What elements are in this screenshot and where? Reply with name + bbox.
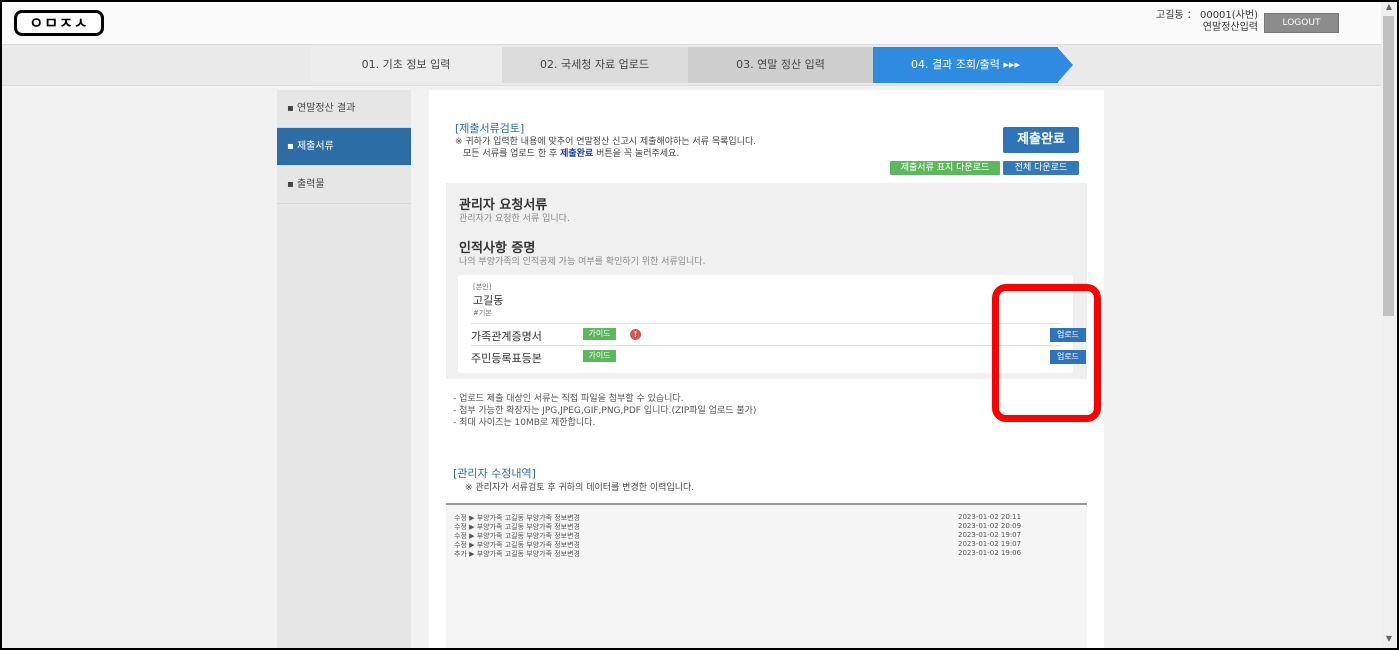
document-name: 주민등록표등본: [471, 352, 542, 365]
step-navigation: 01. 기초 정보 입력 02. 국세청 자료 업로드 03. 연말 정산 입력…: [2, 44, 1381, 86]
history-date: 2023-01-02 19:07: [958, 531, 1022, 539]
sidebar-item-result[interactable]: ▪ 연말정산 결과: [277, 90, 411, 128]
user-info: 고길동 ： 00001(사번) 연말정산입력: [1152, 10, 1258, 34]
info-line: - 첨부 가능한 확장자는 JPG,JPEG,GIF,PNG,PDF 입니다.(…: [453, 406, 757, 416]
history-text: 추가 ▶ 부양가족 고길동 부양가족 정보변경: [454, 550, 580, 558]
scroll-up-icon[interactable]: ▲: [1381, 2, 1397, 14]
review-notice-2: 모든 서류를 업로드 한 후 제출완료 버튼을 꼭 눌러주세요.: [463, 148, 679, 160]
history-text: 수정 ▶ 부양가족 고길동 부양가족 정보변경: [454, 523, 580, 531]
person-name: 고길동: [473, 294, 504, 307]
step-2[interactable]: 02. 국세청 자료 업로드: [502, 47, 687, 83]
history-row: 수정 ▶ 부양가족 고길동 부양가족 정보변경 2023-01-02 19:07: [454, 540, 1079, 549]
notice-text: 버튼을 꼭 눌러주세요.: [593, 149, 680, 159]
alert-icon: !: [630, 329, 641, 340]
step-arrow: [1057, 47, 1073, 83]
history-row: 수정 ▶ 부양가족 고길동 부양가족 정보변경 2023-01-02 19:07: [454, 531, 1079, 540]
sidebar: ▪ 연말정산 결과 ▪ 제출서류 ▪ 출력물: [277, 90, 411, 648]
user-menu-label: 연말정산입력: [1202, 22, 1258, 33]
info-line: - 업로드 제출 대상인 서류는 직접 파일을 첨부할 수 있습니다.: [453, 394, 684, 404]
history-list: 수정 ▶ 부양가족 고길동 부양가족 정보변경 2023-01-02 20:11 …: [446, 503, 1087, 648]
review-notice-1: ※ 귀하가 입력한 내용에 맞추어 연말정산 신고시 제출해야하는 서류 목록입…: [455, 137, 757, 147]
sidebar-item-documents[interactable]: ▪ 제출서류: [277, 128, 411, 166]
scroll-thumb[interactable]: [1383, 16, 1394, 316]
document-box: 관리자 요청서류 관리자가 요청한 서류 입니다. 인적사항 증명 나의 부양가…: [446, 183, 1087, 379]
logo: ㅇㅁㅈㅅ: [14, 10, 104, 36]
scroll-down-icon[interactable]: ▼: [1381, 634, 1397, 646]
notice-highlight: 제출완료: [560, 149, 594, 159]
document-name: 가족관계증명서: [471, 330, 542, 343]
info-line: - 최대 사이즈는 10MB로 제한합니다.: [453, 418, 596, 428]
history-date: 2023-01-02 20:09: [958, 522, 1022, 530]
all-download-button[interactable]: 전체 다운로드: [1003, 161, 1079, 175]
person-tag: [본인]: [473, 283, 492, 291]
history-text: 수정 ▶ 부양가족 고길동 부양가족 정보변경: [454, 514, 580, 522]
cover-download-button[interactable]: 제출서류 표지 다운로드: [890, 161, 1000, 175]
history-date: 2023-01-02 20:11: [958, 513, 1022, 521]
history-title: [관리자 수정내역]: [453, 467, 536, 480]
window-frame: ㅇㅁㅈㅅ 고길동 ： 00001(사번) 연말정산입력 LOGOUT 01. 기…: [0, 0, 1399, 650]
submit-complete-button[interactable]: 제출완료: [1003, 127, 1079, 153]
upload-info: - 업로드 제출 대상인 서류는 직접 파일을 첨부할 수 있습니다. - 첨부…: [453, 393, 756, 429]
step-3[interactable]: 03. 연말 정산 입력: [688, 47, 873, 83]
person-card: [본인] 고길동 #기본 가족관계증명서 가이드 ! 업로드 주민등록표등본 가…: [458, 275, 1086, 373]
history-row: 수정 ▶ 부양가족 고길동 부양가족 정보변경 2023-01-02 20:09: [454, 522, 1079, 531]
history-row: 추가 ▶ 부양가족 고길동 부양가족 정보변경 2023-01-02 19:06: [454, 549, 1079, 558]
person-sub: #기본: [473, 309, 492, 317]
admin-docs-desc: 관리자가 요청한 서류 입니다.: [459, 214, 570, 224]
history-text: 수정 ▶ 부양가족 고길동 부양가족 정보변경: [454, 532, 580, 540]
guide-button[interactable]: 가이드: [583, 328, 616, 340]
sidebar-item-printouts[interactable]: ▪ 출력물: [277, 166, 411, 204]
notice-text: 모든 서류를 업로드 한 후: [463, 149, 561, 159]
logout-button[interactable]: LOGOUT: [1264, 13, 1339, 33]
highlight-annotation: [992, 284, 1101, 422]
history-text: 수정 ▶ 부양가족 고길동 부양가족 정보변경: [454, 541, 580, 549]
document-row: 가족관계증명서 가이드 ! 업로드: [471, 323, 1086, 344]
history-notice: ※ 관리자가 서류검토 후 귀하의 데이터를 변경한 이력입니다.: [465, 483, 695, 493]
top-bar: ㅇㅁㅈㅅ 고길동 ： 00001(사번) 연말정산입력 LOGOUT: [2, 2, 1381, 44]
review-title: [제출서류검토]: [455, 122, 525, 135]
step-4-active[interactable]: 04. 결과 조회/출력 ▸▸▸: [873, 47, 1058, 83]
document-row: 주민등록표등본 가이드 업로드: [471, 345, 1086, 366]
user-name: 고길동 ： 00001(사번): [1156, 10, 1258, 21]
person-docs-desc: 나의 부양가족의 인적공제 가능 여부를 확인하기 위한 서류입니다.: [459, 257, 706, 267]
history-date: 2023-01-02 19:07: [958, 540, 1022, 548]
guide-button[interactable]: 가이드: [583, 350, 616, 362]
step-1[interactable]: 01. 기초 정보 입력: [311, 47, 501, 83]
scrollbar[interactable]: ▲ ▼: [1381, 2, 1397, 648]
history-row: 수정 ▶ 부양가족 고길동 부양가족 정보변경 2023-01-02 20:11: [454, 513, 1079, 522]
history-date: 2023-01-02 19:06: [958, 549, 1022, 557]
